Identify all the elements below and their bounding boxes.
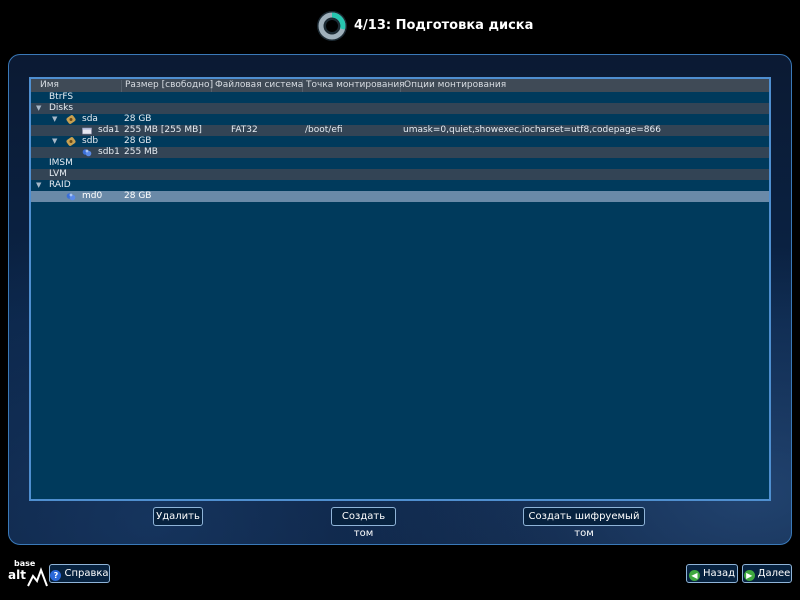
expand-arrow-icon[interactable]: ▼ — [36, 103, 41, 114]
back-button[interactable]: ◀ Назад — [686, 564, 738, 583]
row-name: sdb1 — [98, 147, 120, 157]
row-name: RAID — [49, 180, 71, 190]
row-name: IMSM — [49, 158, 73, 168]
row-size: 28 GB — [124, 136, 152, 146]
tree-row-sda[interactable]: ▼ sda 28 GB — [31, 114, 769, 125]
row-name: sda1 — [98, 125, 120, 135]
tree-row-disks[interactable]: ▼ Disks — [31, 103, 769, 114]
help-icon: ? — [50, 570, 62, 581]
expand-arrow-icon[interactable]: ▼ — [36, 180, 41, 191]
tree-row-md0[interactable]: md0 28 GB — [31, 191, 769, 202]
create-encrypted-volume-button[interactable]: Создать шифруемый том — [523, 507, 645, 539]
help-button[interactable]: ? Справка — [49, 564, 110, 583]
row-size: 255 MB — [124, 147, 158, 157]
tree-row-sda1[interactable]: sda1 255 MB [255 MB] FAT32 /boot/efi uma… — [31, 125, 769, 136]
top-bar: 4/13: Подготовка диска — [0, 0, 800, 52]
delete-button[interactable]: Удалить — [153, 507, 203, 526]
expand-arrow-icon[interactable]: ▼ — [52, 114, 57, 125]
raid-device-icon — [66, 193, 76, 201]
hard-disk-icon — [66, 115, 76, 124]
mountain-logo-icon — [27, 567, 48, 587]
partition-tree[interactable]: Имя Размер [свободно] Файловая система Т… — [29, 77, 771, 501]
arrow-right-icon: ▶ — [743, 570, 755, 581]
column-header-options[interactable]: Опции монтирования — [401, 80, 769, 92]
tree-row-sdb1[interactable]: sdb1 255 MB — [31, 147, 769, 158]
tree-row-btrfs[interactable]: BtrFS — [31, 92, 769, 103]
next-button[interactable]: ▶ Далее — [742, 564, 792, 583]
row-name: Disks — [49, 103, 74, 113]
tree-row-imsm[interactable]: IMSM — [31, 158, 769, 169]
column-header-mountpoint[interactable]: Точка монтирования — [303, 80, 405, 92]
create-volume-button[interactable]: Создать том — [331, 507, 396, 539]
back-button-label: Назад — [702, 568, 735, 579]
row-mountpoint: /boot/efi — [305, 125, 343, 135]
row-name: LVM — [49, 169, 67, 179]
expand-arrow-icon[interactable]: ▼ — [52, 136, 57, 147]
basealt-logo: base alt — [7, 559, 48, 591]
row-filesystem: FAT32 — [231, 125, 258, 135]
arrow-left-icon: ◀ — [688, 570, 700, 581]
row-name: BtrFS — [49, 92, 74, 102]
column-header-name[interactable]: Имя — [31, 80, 122, 92]
column-header-filesystem[interactable]: Файловая система — [212, 80, 303, 92]
row-name: md0 — [82, 191, 103, 201]
raid-member-icon — [82, 149, 92, 157]
help-button-label: Справка — [64, 568, 109, 579]
next-button-label: Далее — [757, 568, 791, 579]
tree-row-lvm[interactable]: LVM — [31, 169, 769, 180]
step-title: 4/13: Подготовка диска — [354, 18, 534, 33]
row-options: umask=0,quiet,showexec,iocharset=utf8,co… — [403, 125, 661, 135]
column-header-size[interactable]: Размер [свободно] — [122, 80, 213, 92]
row-name: sda — [82, 114, 98, 124]
table-header: Имя Размер [свободно] Файловая система Т… — [31, 79, 769, 92]
row-size: 255 MB [255 MB] — [124, 125, 202, 135]
tree-row-sdb[interactable]: ▼ sdb 28 GB — [31, 136, 769, 147]
progress-ring-icon — [317, 11, 347, 41]
hard-disk-icon — [66, 137, 76, 146]
brand-bottom-text: alt — [8, 568, 26, 582]
row-size: 28 GB — [124, 114, 152, 124]
row-name: sdb — [82, 136, 99, 146]
tree-row-raid[interactable]: ▼ RAID — [31, 180, 769, 191]
row-size: 28 GB — [124, 191, 152, 201]
partition-icon — [82, 127, 92, 135]
